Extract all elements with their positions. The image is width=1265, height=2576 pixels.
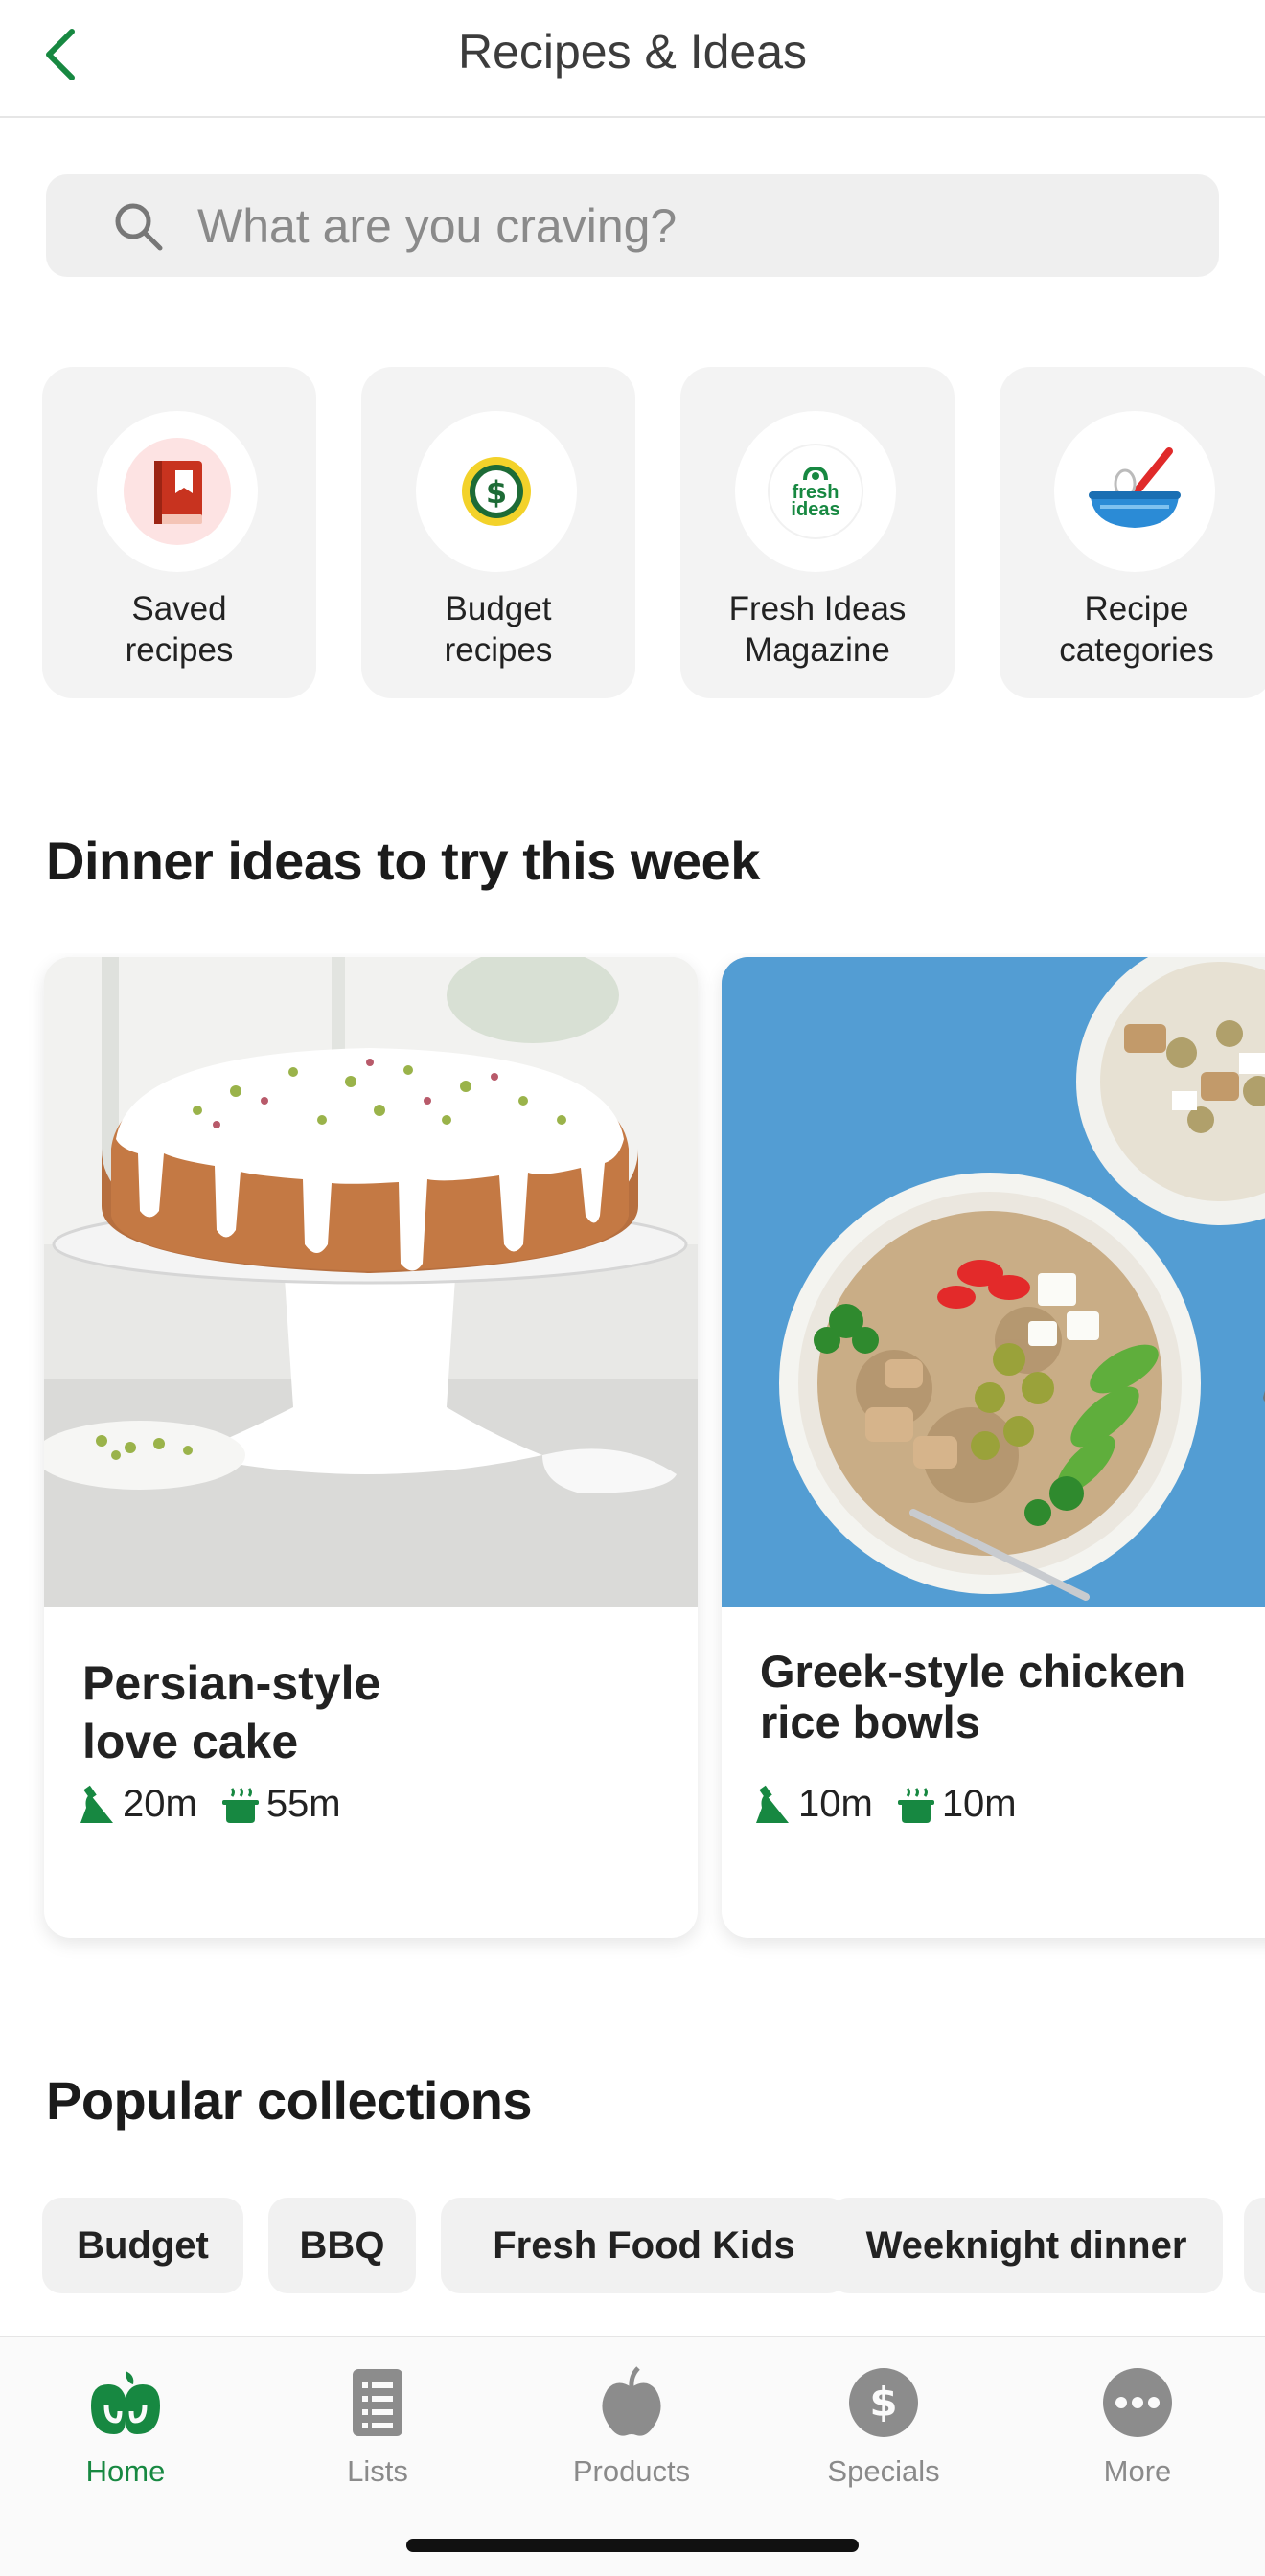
svg-text:$: $ xyxy=(869,2379,897,2426)
recipe-card[interactable]: Persian-style love cake 20m 55m xyxy=(44,957,698,1938)
tab-label: Specials xyxy=(827,2454,940,2488)
search-input[interactable] xyxy=(197,197,1156,254)
tile-label: Budget recipes xyxy=(444,590,553,669)
tile-label: Fresh Ideas Magazine xyxy=(728,590,907,669)
saved-book-icon xyxy=(124,438,231,545)
collection-chips: Budget BBQ Fresh Food Kids Weeknight din… xyxy=(42,2198,1265,2295)
fresh-ideas-logo: fresh ideas xyxy=(768,444,863,539)
recipe-image-cake xyxy=(44,957,698,1607)
recipe-carousel[interactable]: Persian-style love cake 20m 55m Greek-st… xyxy=(0,953,1265,1969)
more-dots-icon xyxy=(1090,2355,1185,2451)
svg-text:$: $ xyxy=(486,474,507,511)
prep-time: 20m xyxy=(77,1783,197,1826)
section-title-popular-collections: Popular collections xyxy=(46,2070,533,2131)
tile-saved-recipes[interactable]: Saved recipes xyxy=(42,367,316,698)
tab-more[interactable]: More xyxy=(1042,2355,1233,2489)
tab-home[interactable]: Home xyxy=(30,2355,221,2489)
tab-lists[interactable]: Lists xyxy=(282,2355,473,2489)
chip-fresh-food-kids[interactable]: Fresh Food Kids xyxy=(441,2198,847,2293)
tile-budget-recipes[interactable]: $ Budget recipes xyxy=(361,367,635,698)
tile-icon-circle: fresh ideas xyxy=(735,411,896,572)
search-bar[interactable] xyxy=(46,174,1219,277)
chip-budget[interactable]: Budget xyxy=(42,2198,243,2293)
recipe-card[interactable]: Greek-style chicken rice bowls 10m 10m xyxy=(722,957,1265,1938)
search-icon xyxy=(109,197,167,255)
recipe-times: 20m 55m xyxy=(77,1783,364,1826)
tile-icon-circle xyxy=(97,411,258,572)
tile-icon-circle xyxy=(1054,411,1215,572)
recipe-title: Greek-style chicken rice bowls xyxy=(760,1646,1186,1747)
pot-icon xyxy=(221,1787,259,1823)
shortcut-tiles: Saved recipes $ Budget recipes fresh ide… xyxy=(42,367,1265,700)
tile-label: Recipe categories xyxy=(1059,590,1214,669)
mixing-bowl-icon xyxy=(1089,447,1181,528)
section-title-dinner-ideas: Dinner ideas to try this week xyxy=(46,831,760,891)
top-bar: Recipes & Ideas xyxy=(0,0,1265,118)
tab-label: Lists xyxy=(347,2454,408,2488)
dollar-coin-icon: $ xyxy=(462,457,531,526)
cook-time: 55m xyxy=(220,1783,341,1826)
tab-label: Home xyxy=(85,2454,166,2488)
tile-recipe-categories[interactable]: Recipe categories xyxy=(1000,367,1265,698)
page-title: Recipes & Ideas xyxy=(457,25,808,79)
dollar-badge-icon: $ xyxy=(836,2355,932,2451)
tab-label: Products xyxy=(572,2454,691,2488)
knife-icon xyxy=(80,1785,113,1823)
list-icon xyxy=(330,2355,426,2451)
recipe-title: Persian-style love cake xyxy=(82,1656,381,1768)
tab-label: More xyxy=(1103,2454,1172,2488)
tile-icon-circle: $ xyxy=(416,411,577,572)
pot-icon xyxy=(897,1787,934,1823)
recipe-image-rice-bowls xyxy=(722,957,1265,1607)
tile-label: Saved recipes xyxy=(125,590,234,669)
knife-icon xyxy=(756,1785,789,1823)
chip-bbq[interactable]: BBQ xyxy=(268,2198,416,2293)
apple-icon xyxy=(584,2355,679,2451)
chip-weeknight-dinner[interactable]: Weeknight dinner xyxy=(830,2198,1223,2293)
chip-partial[interactable] xyxy=(1244,2198,1265,2293)
home-indicator xyxy=(406,2539,859,2552)
tab-products[interactable]: Products xyxy=(536,2355,727,2489)
recipe-times: 10m 10m xyxy=(752,1783,1040,1826)
tile-fresh-ideas-magazine[interactable]: fresh ideas Fresh Ideas Magazine xyxy=(680,367,954,698)
woolworths-home-icon xyxy=(78,2355,173,2451)
prep-time: 10m xyxy=(752,1783,873,1826)
cook-time: 10m xyxy=(896,1783,1017,1826)
tab-specials[interactable]: $ Specials xyxy=(788,2355,979,2489)
